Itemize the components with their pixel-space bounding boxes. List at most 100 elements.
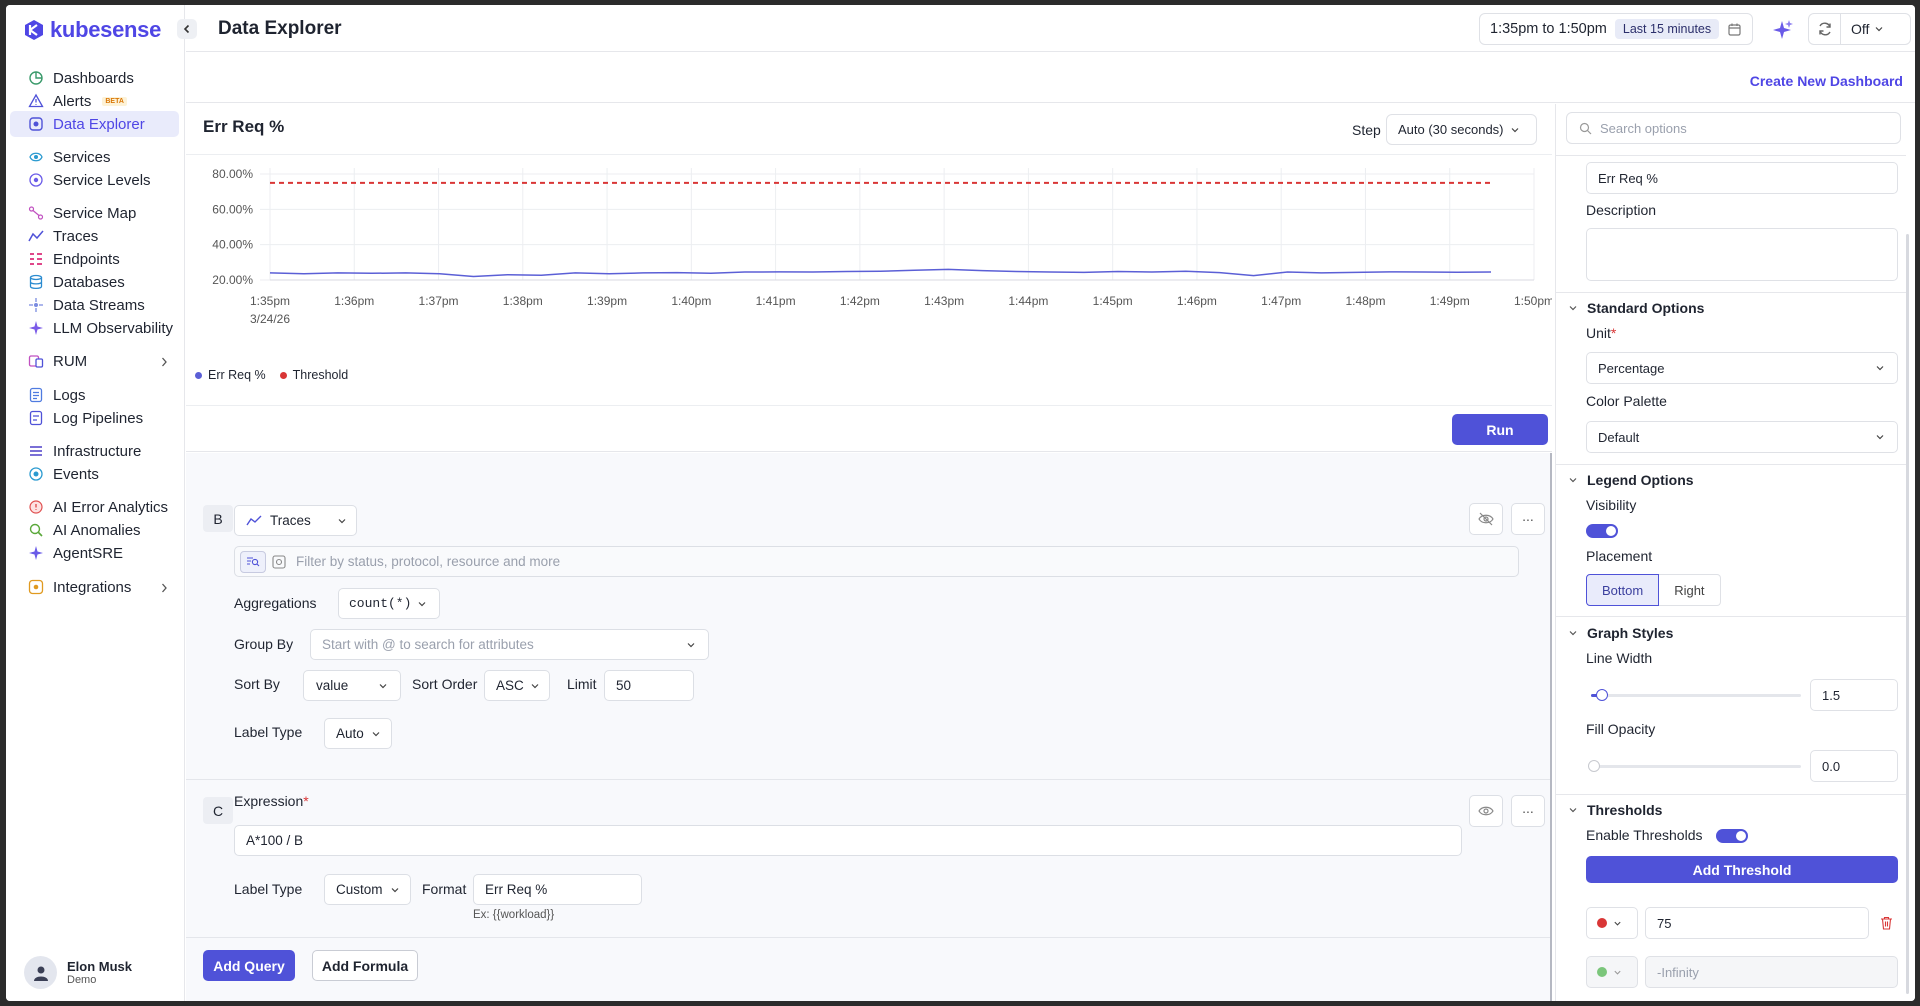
sort-order-select[interactable]: ASC xyxy=(484,670,550,701)
sidebar-item-label: Data Streams xyxy=(53,296,145,314)
query-menu-button[interactable]: ... xyxy=(1511,503,1545,535)
fill-opacity-label: Fill Opacity xyxy=(1586,721,1656,737)
refresh-button[interactable] xyxy=(1809,14,1841,44)
series-line-err-req xyxy=(269,268,1492,278)
toggle-visibility-button[interactable] xyxy=(1469,795,1503,827)
options-scrollbar[interactable] xyxy=(1906,234,1909,994)
group-by-select[interactable]: Start with @ to search for attributes xyxy=(310,629,709,660)
sidebar-item-rum[interactable]: RUM xyxy=(10,348,179,374)
ai-sparkle-icon[interactable] xyxy=(1772,19,1794,41)
standard-options-header[interactable]: Standard Options xyxy=(1568,300,1704,316)
sidebar-item-log-pipelines[interactable]: Log Pipelines xyxy=(10,405,179,431)
add-formula-button[interactable]: Add Formula xyxy=(312,950,418,981)
alert-icon xyxy=(28,93,44,109)
color-palette-select[interactable]: Default xyxy=(1586,421,1898,453)
chevron-down-icon xyxy=(372,731,380,736)
options-panel: Search options Err Req % Description Sta… xyxy=(1555,104,1915,1001)
time-range-text: 1:35pm to 1:50pm xyxy=(1490,21,1607,37)
service-map-icon xyxy=(28,205,44,221)
add-query-button[interactable]: Add Query xyxy=(203,950,295,981)
logo[interactable]: kubesense xyxy=(24,17,161,43)
label-type-label: Label Type xyxy=(234,881,303,897)
threshold-color-select[interactable] xyxy=(1586,907,1638,939)
services-icon xyxy=(28,149,44,165)
sidebar-item-label: AI Error Analytics xyxy=(53,498,169,516)
refresh-interval-select[interactable]: Off xyxy=(1841,21,1884,37)
aggregation-select[interactable]: count(*) xyxy=(338,588,440,619)
enable-thresholds-toggle[interactable] xyxy=(1716,829,1748,843)
format-input[interactable]: Err Req % xyxy=(473,874,642,905)
group-by-placeholder: Start with @ to search for attributes xyxy=(322,637,534,652)
search-icon xyxy=(1579,122,1592,134)
slider-knob[interactable] xyxy=(1588,760,1600,772)
search-code-icon[interactable] xyxy=(272,554,286,569)
user-profile[interactable]: Elon Musk Demo xyxy=(24,956,132,989)
chevron-down-icon xyxy=(1614,970,1621,975)
panel-title-input[interactable]: Err Req % xyxy=(1586,162,1898,194)
sidebar-item-data-explorer[interactable]: Data Explorer xyxy=(10,111,179,137)
description-input[interactable] xyxy=(1586,228,1898,281)
filter-bar[interactable]: Filter by status, protocol, resource and… xyxy=(234,546,1519,577)
calendar-icon[interactable] xyxy=(1727,22,1742,37)
limit-input[interactable]: 50 xyxy=(604,670,694,701)
base-color-select xyxy=(1586,956,1638,988)
line-width-input[interactable]: 1.5 xyxy=(1810,679,1898,711)
data-explorer-icon xyxy=(28,116,44,132)
base-color-swatch xyxy=(1597,967,1607,977)
collapse-sidebar-button[interactable] xyxy=(177,19,197,39)
description-label: Description xyxy=(1586,202,1657,218)
sidebar-item-agentsre[interactable]: AgentSRE xyxy=(10,540,179,566)
line-width-slider[interactable] xyxy=(1591,689,1801,701)
line-chart[interactable]: 1:35pm 1:36pm 1:37pm 1:38pm 1:39pm 1:40pm 1:41… xyxy=(186,160,1552,360)
legend-item-threshold[interactable]: Threshold xyxy=(279,368,348,382)
sidebar-item-events[interactable]: Events xyxy=(10,461,179,487)
threshold-value-input[interactable]: 75 xyxy=(1645,907,1869,939)
formula-menu-button[interactable]: ... xyxy=(1511,795,1545,827)
fill-opacity-input[interactable]: 0.0 xyxy=(1810,750,1898,782)
toggle-visibility-button[interactable] xyxy=(1469,503,1503,535)
divider xyxy=(1556,794,1906,795)
run-button[interactable]: Run xyxy=(1452,414,1548,445)
legend-label: Err Req % xyxy=(208,368,266,382)
sort-by-select[interactable]: value xyxy=(303,670,401,701)
fill-opacity-slider[interactable] xyxy=(1588,760,1801,772)
label-type-select[interactable]: Auto xyxy=(324,718,392,749)
legend-item-err-req[interactable]: Err Req % xyxy=(195,368,266,382)
sidebar-item-service-levels[interactable]: Service Levels xyxy=(10,167,179,193)
divider xyxy=(1556,155,1906,156)
create-new-dashboard-link[interactable]: Create New Dashboard xyxy=(1750,73,1903,89)
sidebar-item-label: Service Levels xyxy=(53,171,151,189)
auto-refresh-control[interactable]: Off xyxy=(1808,13,1911,45)
search-options-input[interactable]: Search options xyxy=(1566,112,1901,144)
legend-visibility-toggle[interactable] xyxy=(1586,524,1618,538)
query-letter-b[interactable]: B xyxy=(203,505,233,532)
filter-builder-toggle[interactable] xyxy=(240,550,266,573)
chevron-right-icon xyxy=(159,355,169,372)
sidebar-item-llm-observability[interactable]: LLM Observability xyxy=(10,315,179,341)
log-pipelines-icon xyxy=(28,410,44,426)
add-threshold-button[interactable]: Add Threshold xyxy=(1586,856,1898,883)
data-source-select[interactable]: Traces xyxy=(234,505,357,536)
legend-dot xyxy=(195,372,202,379)
placement-right-option[interactable]: Right xyxy=(1659,574,1721,606)
time-range-picker[interactable]: 1:35pm to 1:50pm Last 15 minutes xyxy=(1479,13,1753,45)
unit-label: Unit* xyxy=(1586,325,1617,341)
trash-icon[interactable] xyxy=(1880,916,1893,930)
slider-knob[interactable] xyxy=(1596,689,1608,701)
sort-order-label: Sort Order xyxy=(412,676,478,692)
placement-bottom-option[interactable]: Bottom xyxy=(1586,574,1660,606)
threshold-value: 75 xyxy=(1657,915,1672,931)
graph-styles-header[interactable]: Graph Styles xyxy=(1568,625,1673,641)
expression-input[interactable]: A*100 / B xyxy=(234,825,1462,856)
sidebar-item-integrations[interactable]: Integrations xyxy=(10,574,179,600)
relative-time-badge[interactable]: Last 15 minutes xyxy=(1614,19,1720,39)
unit-select[interactable]: Percentage xyxy=(1586,352,1898,384)
rum-icon xyxy=(28,353,44,369)
legend-options-header[interactable]: Legend Options xyxy=(1568,472,1694,488)
x-tick-label: 1:37pm xyxy=(419,294,459,308)
thresholds-header[interactable]: Thresholds xyxy=(1568,802,1662,818)
legend-dot xyxy=(279,372,287,379)
formula-letter-c[interactable]: C xyxy=(203,797,233,824)
step-select[interactable]: Auto (30 seconds) xyxy=(1386,114,1537,145)
label-type-select[interactable]: Custom xyxy=(324,874,411,905)
